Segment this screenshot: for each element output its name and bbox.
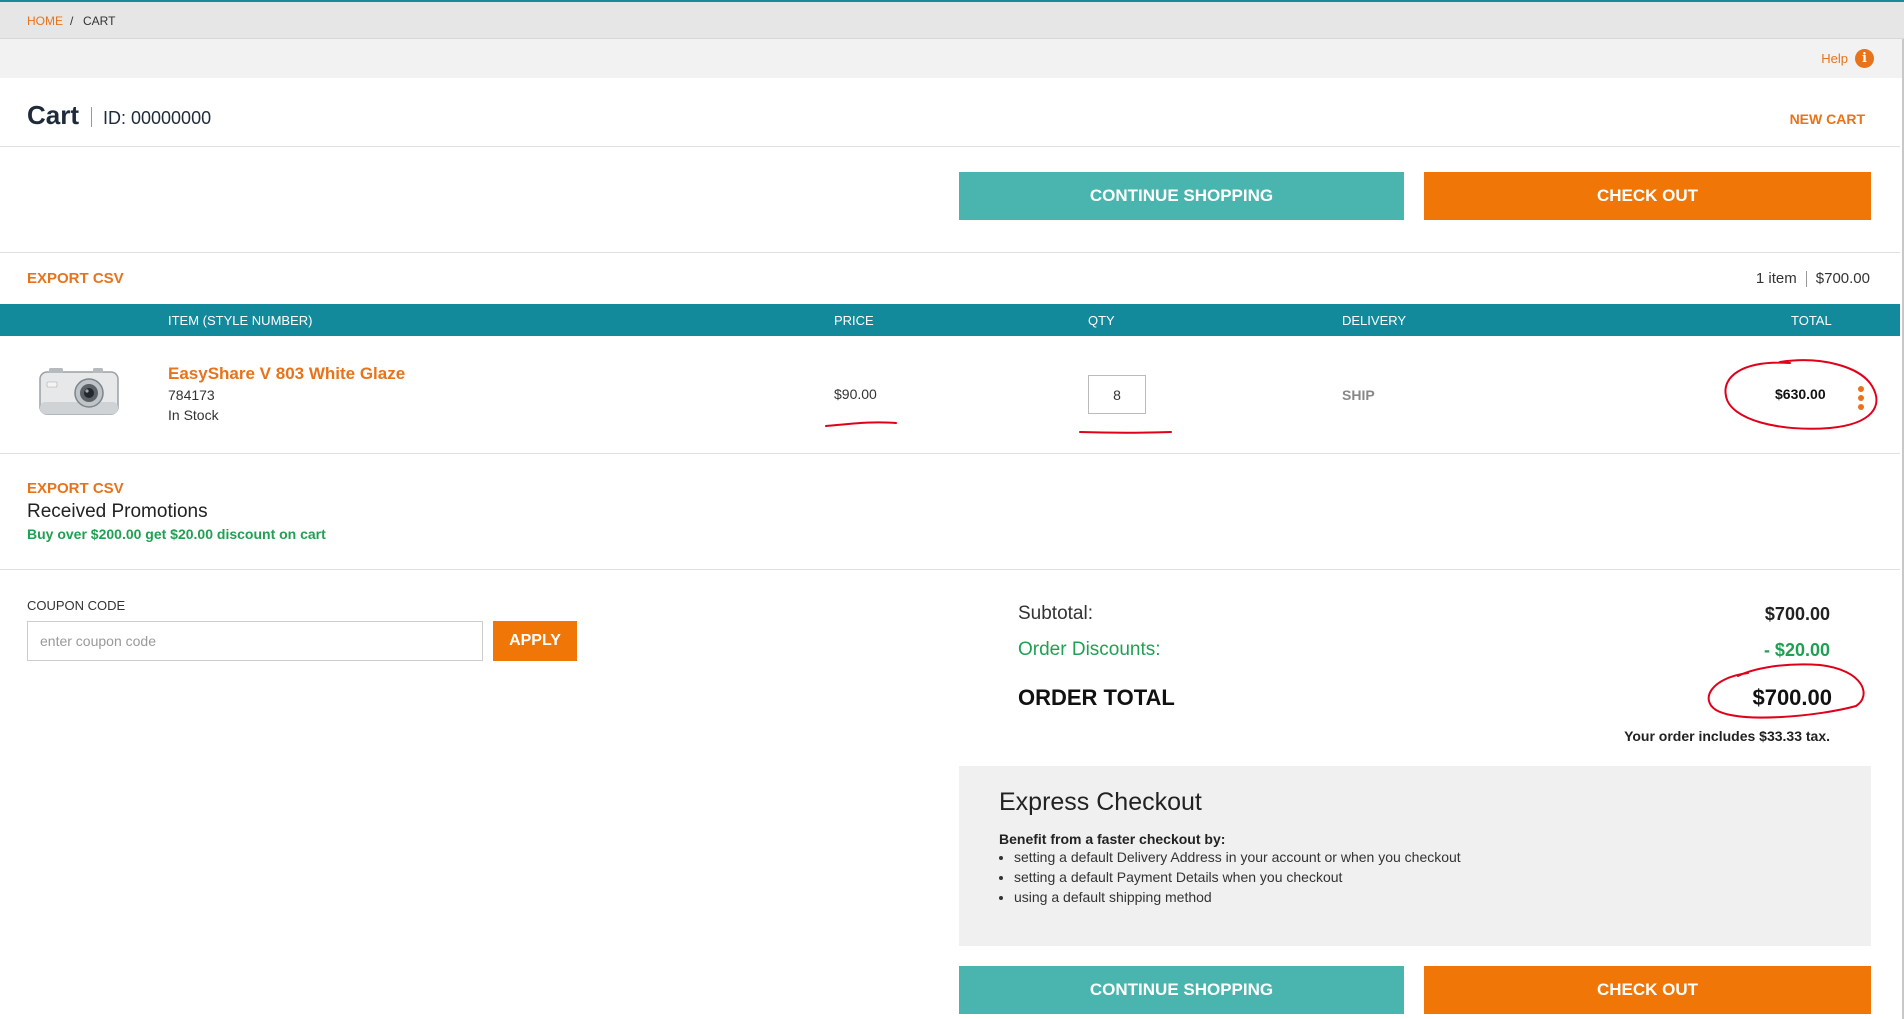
cart-amount: $700.00: [1815, 270, 1870, 287]
export-csv-link[interactable]: EXPORT CSV: [27, 480, 124, 497]
export-csv-link[interactable]: EXPORT CSV: [27, 270, 124, 287]
help-label: Help: [1821, 51, 1848, 66]
subtotal-value: $700.00: [1764, 604, 1830, 624]
cart-summary: 1 item $700.00: [1756, 270, 1870, 287]
breadcrumb-home-link[interactable]: HOME: [27, 14, 63, 28]
page-title: Cart: [27, 100, 80, 130]
info-icon: i: [1855, 49, 1874, 68]
list-item: setting a default Payment Details when y…: [1014, 869, 1461, 885]
camera-image[interactable]: [37, 366, 121, 418]
column-header-qty: QTY: [1088, 313, 1115, 328]
unit-price: $90.00: [834, 386, 877, 402]
check-out-button-bottom[interactable]: CHECK OUT: [1424, 966, 1871, 1014]
item-count: 1 item: [1755, 270, 1797, 287]
order-discounts-label: Order Discounts:: [1018, 639, 1161, 660]
express-checkout-list: setting a default Delivery Address in yo…: [999, 845, 1461, 905]
coupon-label: COUPON CODE: [27, 598, 126, 613]
divider: [0, 252, 1900, 253]
coupon-input[interactable]: [27, 621, 483, 661]
order-discounts-value: - $20.00: [1763, 640, 1830, 660]
table-header: ITEM (STYLE NUMBER) PRICE QTY DELIVERY T…: [0, 304, 1900, 336]
subtotal-label: Subtotal:: [1018, 603, 1093, 624]
breadcrumb-separator: /: [70, 14, 74, 28]
line-total: $630.00: [1775, 386, 1826, 402]
column-header-delivery: DELIVERY: [1342, 313, 1407, 328]
title-divider: [91, 107, 92, 127]
express-checkout-title: Express Checkout: [999, 788, 1202, 816]
product-sku: 784173: [168, 387, 215, 403]
divider: [0, 569, 1900, 570]
help-link[interactable]: Help i: [1821, 49, 1874, 68]
column-header-total: TOTAL: [1791, 313, 1832, 328]
cart-id: ID: 00000000: [103, 108, 212, 128]
help-bar: Help i: [0, 39, 1904, 78]
express-checkout-panel: Express Checkout Benefit from a faster c…: [959, 766, 1871, 946]
order-total-value: $700.00: [1752, 685, 1832, 710]
column-header-price: PRICE: [834, 313, 874, 328]
divider: [0, 146, 1900, 147]
tax-note: Your order includes $33.33 tax.: [1624, 728, 1830, 744]
promotions-heading: Received Promotions: [27, 501, 208, 522]
promotion-item: Buy over $200.00 get $20.00 discount on …: [27, 526, 326, 542]
more-options-icon[interactable]: [1857, 386, 1865, 412]
list-item: setting a default Delivery Address in yo…: [1014, 849, 1461, 865]
column-header-item: ITEM (STYLE NUMBER): [168, 313, 313, 328]
quantity-input[interactable]: [1088, 375, 1146, 414]
underline-qty-annotation: [1079, 431, 1172, 434]
new-cart-link[interactable]: NEW CART: [1790, 111, 1865, 127]
continue-shopping-button-bottom[interactable]: CONTINUE SHOPPING: [959, 966, 1404, 1014]
breadcrumb: HOME / CART: [0, 2, 1904, 39]
list-item: using a default shipping method: [1014, 889, 1461, 905]
stock-status: In Stock: [168, 407, 219, 423]
check-out-button[interactable]: CHECK OUT: [1424, 172, 1871, 220]
breadcrumb-current: CART: [83, 14, 116, 28]
continue-shopping-button[interactable]: CONTINUE SHOPPING: [959, 172, 1404, 220]
apply-coupon-button[interactable]: APPLY: [493, 621, 577, 661]
product-name-link[interactable]: EasyShare V 803 White Glaze: [168, 364, 405, 384]
summary-divider: [1805, 270, 1807, 287]
delivery-method: SHIP: [1342, 387, 1375, 403]
divider: [0, 453, 1900, 454]
underline-price-annotation: [825, 421, 897, 427]
order-total-label: ORDER TOTAL: [1018, 685, 1175, 710]
